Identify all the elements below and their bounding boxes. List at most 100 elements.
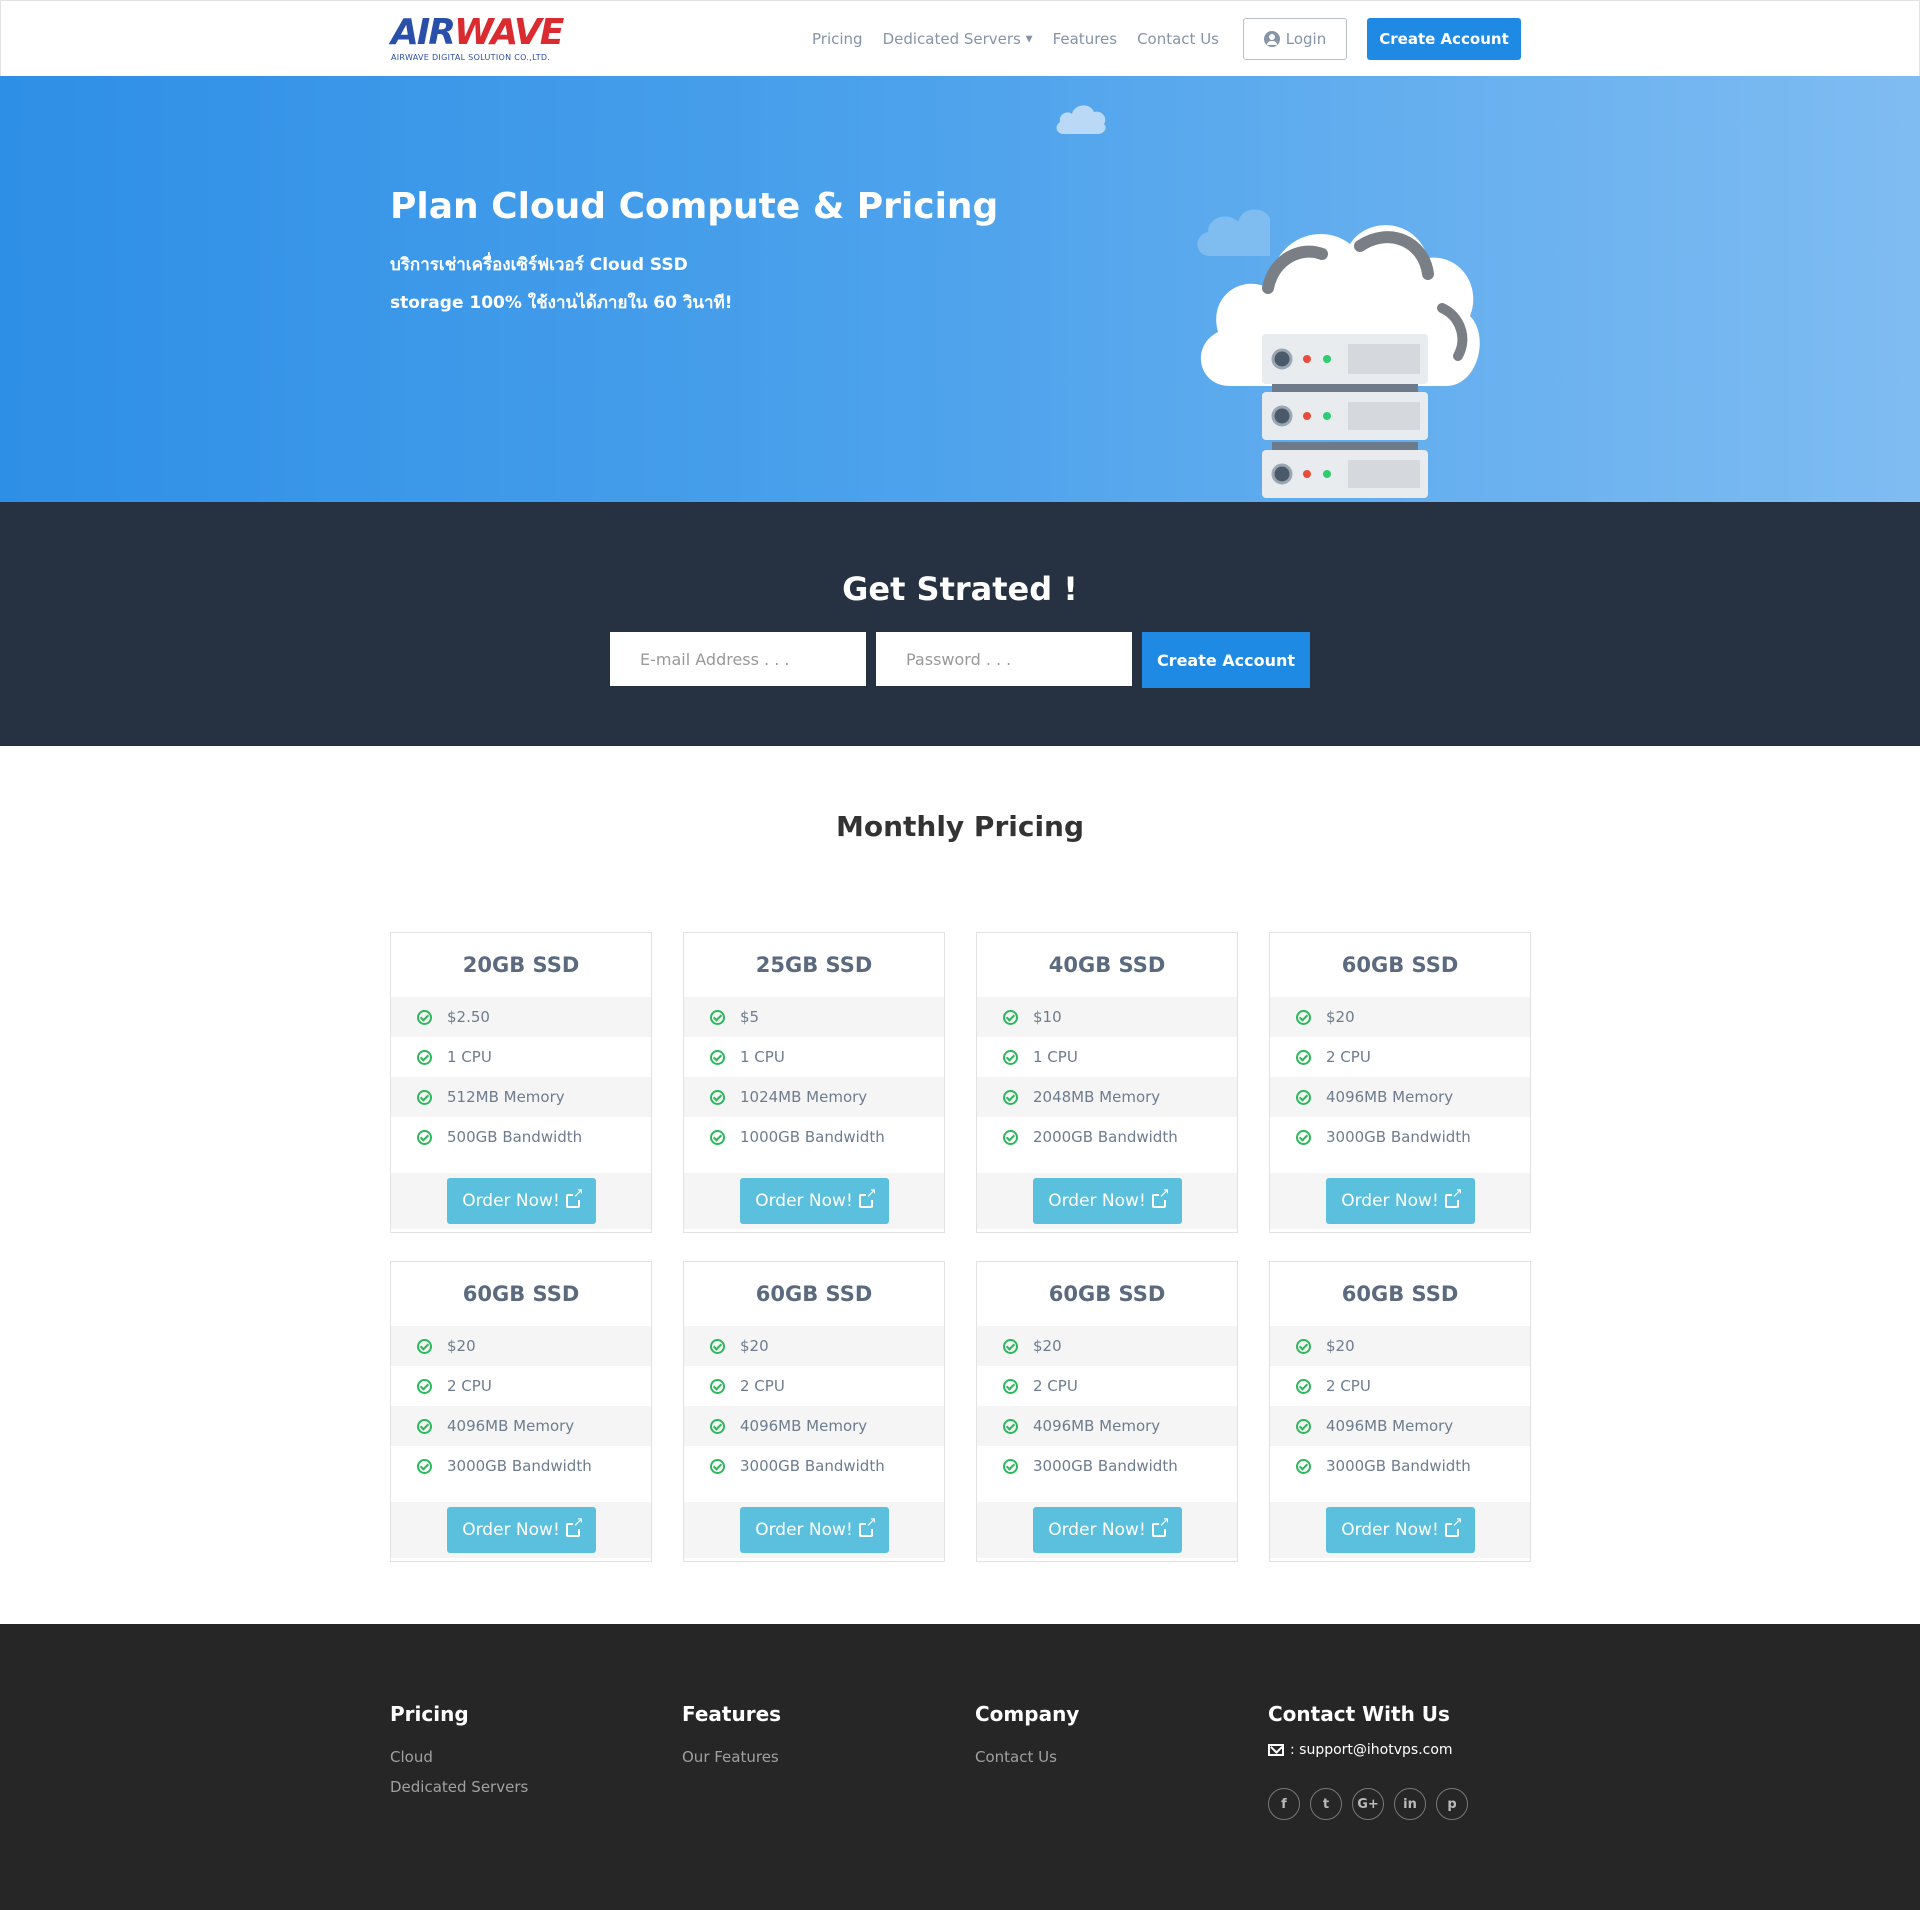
navbar: AIRWAVE AIRWAVE DIGITAL SOLUTION CO.,LTD… <box>0 0 1920 76</box>
logo-mark: AIRWAVE <box>391 12 564 53</box>
plan-feature-text: 3000GB Bandwidth <box>1326 1457 1471 1475</box>
footer-col-company: Company Contact Us <box>975 1702 1079 1778</box>
plan-feature-text: 4096MB Memory <box>447 1417 575 1435</box>
check-circle-icon <box>1296 1378 1311 1394</box>
plan-feature-text: 1 CPU <box>447 1048 492 1066</box>
order-now-button[interactable]: Order Now! <box>739 1507 889 1553</box>
order-now-button[interactable]: Order Now! <box>1325 1178 1475 1224</box>
footer-link-our-features[interactable]: Our Features <box>682 1748 781 1766</box>
check-circle-icon <box>417 1089 432 1105</box>
external-link-icon <box>1444 1187 1463 1208</box>
check-circle-icon <box>710 1338 725 1354</box>
linkedin-icon[interactable]: in <box>1394 1788 1426 1820</box>
plan-name: 40GB SSD <box>1048 953 1166 977</box>
login-button[interactable]: Login <box>1243 18 1347 60</box>
check-circle-icon <box>1003 1338 1018 1354</box>
order-now-button[interactable]: Order Now! <box>1325 1507 1475 1553</box>
order-now-button[interactable]: Order Now! <box>446 1507 596 1553</box>
plan-footer: Order Now! <box>684 1173 944 1229</box>
plan-feature-text: $20 <box>740 1337 769 1355</box>
plan-feature-text: 3000GB Bandwidth <box>740 1457 885 1475</box>
plan-name: 20GB SSD <box>462 953 580 977</box>
footer-link-cloud[interactable]: Cloud <box>390 1748 528 1766</box>
plan-feature-text: 2000GB Bandwidth <box>1033 1128 1178 1146</box>
check-circle-icon <box>1003 1458 1018 1474</box>
plan-feature-bandwidth: 3000GB Bandwidth <box>684 1446 944 1486</box>
external-link-icon <box>1151 1187 1170 1208</box>
order-now-label: Order Now! <box>1048 1191 1146 1211</box>
plan-feature-text: 2 CPU <box>447 1377 492 1395</box>
plan-feature-text: 500GB Bandwidth <box>447 1128 583 1146</box>
check-circle-icon <box>710 1009 725 1025</box>
check-circle-icon <box>1296 1049 1311 1065</box>
order-now-label: Order Now! <box>1048 1520 1146 1540</box>
order-now-button[interactable]: Order Now! <box>739 1178 889 1224</box>
order-now-button[interactable]: Order Now! <box>1032 1507 1182 1553</box>
plan-name: 60GB SSD <box>1341 953 1459 977</box>
check-circle-icon <box>710 1129 725 1145</box>
plan-feature-text: $20 <box>1033 1337 1062 1355</box>
plan-feature-text: $10 <box>1033 1008 1062 1026</box>
password-field[interactable] <box>876 632 1132 686</box>
plan-feature-memory: 4096MB Memory <box>977 1406 1237 1446</box>
plan-feature-cpu: 2 CPU <box>684 1366 944 1406</box>
external-link-icon <box>858 1516 877 1537</box>
plan-feature-memory: 512MB Memory <box>391 1077 651 1117</box>
plan-feature-memory: 4096MB Memory <box>684 1406 944 1446</box>
logo[interactable]: AIRWAVE AIRWAVE DIGITAL SOLUTION CO.,LTD… <box>391 15 591 63</box>
plan-feature-memory: 4096MB Memory <box>391 1406 651 1446</box>
nav-link-features[interactable]: Features <box>1053 30 1118 48</box>
check-circle-icon <box>417 1338 432 1354</box>
plan-feature-cpu: 1 CPU <box>977 1037 1237 1077</box>
plan-feature-cpu: 2 CPU <box>1270 1366 1530 1406</box>
google-plus-icon[interactable]: G+ <box>1352 1788 1384 1820</box>
footer-heading: Pricing <box>390 1702 469 1726</box>
check-circle-icon <box>1296 1129 1311 1145</box>
plan-card: 60GB SSD $20 2 CPU 4096MB Memory 3000GB … <box>683 1261 945 1562</box>
check-circle-icon <box>710 1458 725 1474</box>
plan-feature-text: 4096MB Memory <box>1033 1417 1161 1435</box>
plan-card: 60GB SSD $20 2 CPU 4096MB Memory 3000GB … <box>390 1261 652 1562</box>
pinterest-icon[interactable]: p <box>1436 1788 1468 1820</box>
plan-feature-text: 3000GB Bandwidth <box>1326 1128 1471 1146</box>
plan-feature-cpu: 1 CPU <box>684 1037 944 1077</box>
check-circle-icon <box>1003 1049 1018 1065</box>
facebook-icon[interactable]: f <box>1268 1788 1300 1820</box>
check-circle-icon <box>710 1089 725 1105</box>
order-now-label: Order Now! <box>755 1520 853 1540</box>
envelope-icon <box>1268 1744 1284 1756</box>
check-circle-icon <box>1003 1009 1018 1025</box>
plan-name: 60GB SSD <box>755 1282 873 1306</box>
footer-heading: Company <box>975 1702 1080 1726</box>
create-account-button[interactable]: Create Account <box>1367 18 1521 60</box>
check-circle-icon <box>710 1049 725 1065</box>
nav-links: Pricing Dedicated Servers ▼ Features Con… <box>792 18 1521 60</box>
plan-card: 60GB SSD $20 2 CPU 4096MB Memory 3000GB … <box>976 1261 1238 1562</box>
footer-link-contact-us[interactable]: Contact Us <box>975 1748 1079 1766</box>
get-started-section: Get Strated ! Create Account <box>0 502 1920 746</box>
nav-link-contact[interactable]: Contact Us <box>1137 30 1219 48</box>
plan-card: 20GB SSD $2.50 1 CPU 512MB Memory 500GB … <box>390 932 652 1233</box>
order-now-button[interactable]: Order Now! <box>1032 1178 1182 1224</box>
plan-feature-text: 4096MB Memory <box>1326 1088 1454 1106</box>
plan-feature-text: $20 <box>1326 1008 1355 1026</box>
plan-name: 60GB SSD <box>462 1282 580 1306</box>
signup-form: Create Account <box>610 632 1310 688</box>
cloud-icon <box>1056 105 1106 134</box>
plan-feature-text: 1000GB Bandwidth <box>740 1128 885 1146</box>
signup-create-account-button[interactable]: Create Account <box>1142 632 1310 688</box>
hero-subtitle: บริการเช่าเครื่องเซิร์ฟเวอร์ Cloud SSD s… <box>390 246 733 322</box>
contact-email[interactable]: : support@ihotvps.com <box>1268 1742 1468 1758</box>
login-label: Login <box>1285 30 1327 48</box>
nav-link-pricing[interactable]: Pricing <box>812 30 863 48</box>
plan-feature-text: $20 <box>447 1337 476 1355</box>
email-field[interactable] <box>610 632 866 686</box>
twitter-icon[interactable]: t <box>1310 1788 1342 1820</box>
check-circle-icon <box>417 1129 432 1145</box>
footer-link-dedicated-servers[interactable]: Dedicated Servers <box>390 1778 528 1796</box>
nav-link-dedicated-servers[interactable]: Dedicated Servers ▼ <box>883 30 1033 48</box>
order-now-button[interactable]: Order Now! <box>446 1178 596 1224</box>
plan-feature-text: 2 CPU <box>740 1377 785 1395</box>
plan-feature-bandwidth: 3000GB Bandwidth <box>977 1446 1237 1486</box>
plan-feature-text: 1 CPU <box>740 1048 785 1066</box>
